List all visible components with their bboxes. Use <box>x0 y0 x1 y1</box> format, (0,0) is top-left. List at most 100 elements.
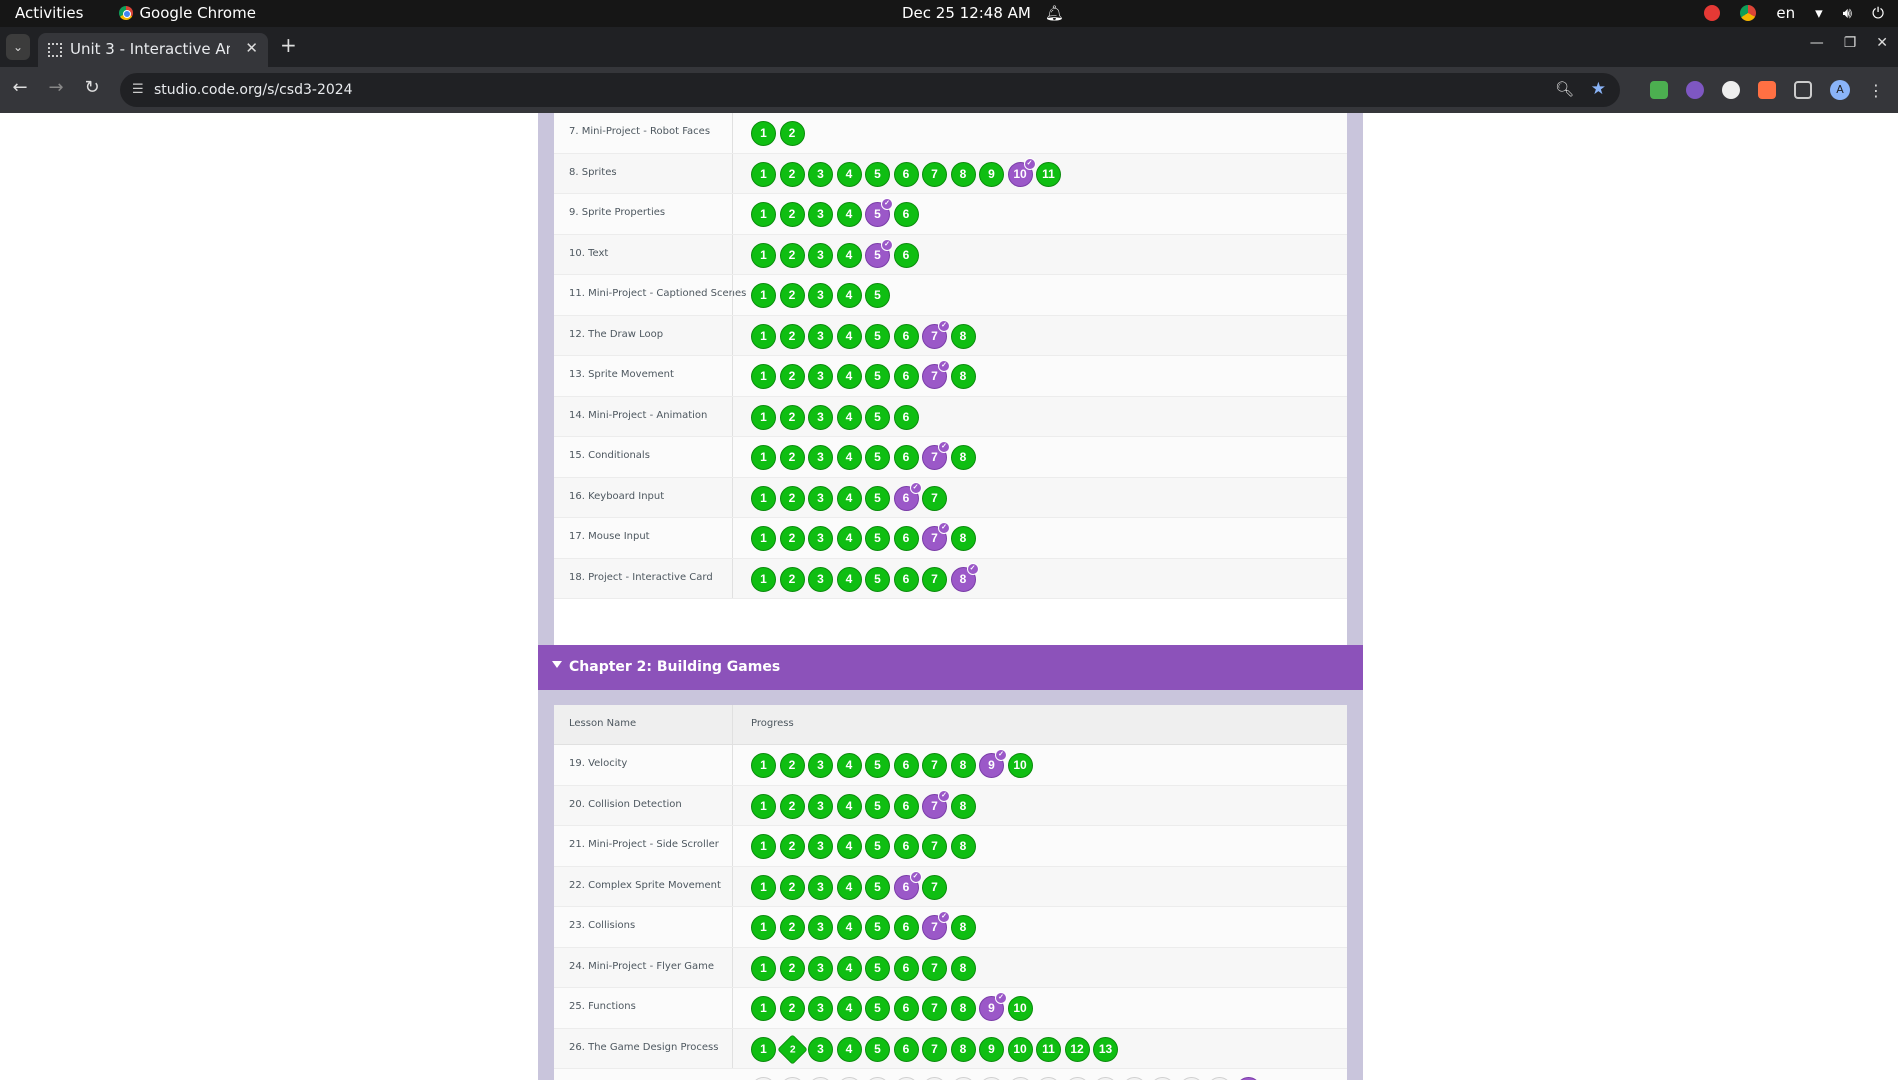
level-bubble[interactable]: 3 <box>808 753 833 778</box>
lesson-name-link[interactable]: 24. Mini-Project - Flyer Game <box>569 961 714 972</box>
level-bubble[interactable]: 10 <box>1007 753 1033 778</box>
level-bubble[interactable]: 4 <box>836 445 862 470</box>
level-bubble[interactable]: 4 <box>836 915 862 940</box>
level-bubble[interactable]: 3 <box>808 1036 833 1062</box>
level-bubble[interactable]: 6 <box>893 202 919 227</box>
reload-icon[interactable]: ↻ <box>82 77 102 98</box>
level-bubble[interactable]: 2 <box>779 915 805 940</box>
level-bubble[interactable]: 4 <box>836 283 862 308</box>
level-bubble[interactable]: 1 <box>751 161 776 187</box>
level-bubble[interactable]: 4 <box>836 202 862 227</box>
level-bubble[interactable]: 11 <box>1036 161 1061 187</box>
level-bubble[interactable]: 3 <box>808 915 833 940</box>
lesson-name-link[interactable]: 17. Mouse Input <box>569 531 650 542</box>
level-bubble[interactable]: 5 <box>865 1036 890 1062</box>
level-bubble[interactable]: 6 <box>893 793 919 819</box>
lesson-name-link[interactable]: 8. Sprites <box>569 167 617 178</box>
minimize-icon[interactable]: — <box>1810 35 1824 51</box>
assessment-level-bubble[interactable]: 8 ✓ <box>950 562 979 592</box>
level-bubble[interactable]: 1 <box>751 753 776 778</box>
volume-icon[interactable]: 🔊︎ <box>1843 4 1852 22</box>
level-bubble[interactable]: 4 <box>836 874 862 900</box>
wifi-icon[interactable]: ▾ <box>1815 4 1823 22</box>
level-bubble[interactable]: 1 <box>751 526 776 551</box>
level-bubble[interactable]: 5 <box>865 955 890 981</box>
level-bubble[interactable]: 5 <box>865 485 890 511</box>
level-bubble[interactable]: 8 <box>950 364 976 389</box>
level-bubble[interactable]: 3 <box>808 404 833 430</box>
assessment-level-bubble[interactable]: 7 ✓ <box>922 360 950 389</box>
level-bubble[interactable]: 4 <box>836 526 862 551</box>
level-bubble[interactable]: 4 <box>836 242 862 268</box>
level-bubble[interactable]: 9 <box>979 1036 1004 1062</box>
level-bubble[interactable]: 3 <box>808 202 833 227</box>
level-bubble[interactable]: 10 <box>1007 1036 1033 1062</box>
extension-face-icon[interactable] <box>1722 81 1740 99</box>
level-bubble[interactable]: 3 <box>808 242 833 268</box>
level-bubble[interactable]: 10 <box>1007 996 1033 1021</box>
level-bubble[interactable]: 5 <box>865 364 890 389</box>
level-bubble[interactable]: 6 <box>893 445 919 470</box>
level-bubble[interactable]: 1 <box>751 242 776 268</box>
level-bubble[interactable]: 6 <box>893 526 919 551</box>
level-bubble[interactable]: 5 <box>865 793 890 819</box>
level-bubble[interactable]: 6 <box>893 996 919 1021</box>
url-text[interactable]: studio.code.org/s/csd3-2024 <box>154 82 353 98</box>
level-bubble[interactable]: 2 <box>779 364 805 389</box>
chrome-tray-icon[interactable] <box>1740 5 1757 21</box>
level-bubble[interactable]: 3 <box>808 526 833 551</box>
lesson-name-link[interactable]: 23. Collisions <box>569 920 635 931</box>
level-bubble[interactable]: 4 <box>836 485 862 511</box>
level-bubble[interactable]: 7 <box>922 161 947 187</box>
tab-search-button[interactable]: ⌄ <box>6 34 30 60</box>
tab-close-icon[interactable]: ✕ <box>245 39 258 57</box>
level-bubble[interactable]: 2 <box>779 834 805 859</box>
back-icon[interactable]: ← <box>10 77 30 98</box>
level-bubble[interactable]: 8 <box>950 1036 976 1062</box>
level-bubble[interactable]: 4 <box>836 793 862 819</box>
level-bubble[interactable]: 4 <box>836 996 862 1021</box>
level-bubble[interactable]: 4 <box>836 323 862 349</box>
level-bubble[interactable]: 2 <box>779 566 805 592</box>
lesson-name-link[interactable]: 14. Mini-Project - Animation <box>569 410 707 421</box>
assessment-level-bubble[interactable]: 10 ✓ <box>1007 157 1036 187</box>
level-bubble[interactable]: 8 <box>950 915 976 940</box>
level-bubble[interactable]: 6 <box>893 404 919 430</box>
level-bubble[interactable]: 4 <box>836 834 862 859</box>
restore-icon[interactable]: ❐ <box>1844 35 1857 51</box>
level-bubble[interactable]: 8 <box>950 526 976 551</box>
lesson-name-link[interactable]: 16. Keyboard Input <box>569 491 664 502</box>
record-indicator-icon[interactable] <box>1704 5 1721 21</box>
extension-cloud-icon[interactable] <box>1686 81 1704 99</box>
level-bubble[interactable]: 7 <box>922 1036 947 1062</box>
level-bubble[interactable]: 1 <box>751 121 776 146</box>
lesson-name-link[interactable]: 18. Project - Interactive Card <box>569 572 713 583</box>
lesson-name-link[interactable]: 19. Velocity <box>569 758 627 769</box>
level-bubble[interactable]: 6 <box>893 161 919 187</box>
level-bubble[interactable]: 11 <box>1036 1036 1061 1062</box>
level-bubble[interactable]: 8 <box>950 793 976 819</box>
level-bubble[interactable]: 8 <box>950 955 976 981</box>
level-bubble[interactable]: 5 <box>865 323 890 349</box>
keyboard-language[interactable]: en <box>1776 4 1795 22</box>
assessment-level-bubble[interactable]: 7 ✓ <box>922 522 950 551</box>
assessment-level-bubble[interactable]: 7 ✓ <box>922 789 950 819</box>
assessment-level-bubble[interactable]: 5 ✓ <box>865 198 893 227</box>
profile-avatar[interactable]: A <box>1830 80 1850 100</box>
address-bar[interactable]: ☰ studio.code.org/s/csd3-2024 🔍︎ ★ <box>120 73 1620 107</box>
level-bubble[interactable]: 5 <box>865 996 890 1021</box>
level-bubble[interactable]: 1 <box>751 364 776 389</box>
level-bubble[interactable]: 1 <box>751 404 776 430</box>
level-bubble[interactable]: 2 <box>779 404 805 430</box>
level-bubble[interactable]: 8 <box>950 161 976 187</box>
level-bubble[interactable]: 2 <box>779 121 805 146</box>
level-bubble[interactable]: 6 <box>893 242 919 268</box>
level-bubble[interactable]: 2 <box>779 753 805 778</box>
level-bubble[interactable]: 2 <box>779 242 805 268</box>
level-bubble[interactable]: 1 <box>751 874 776 900</box>
level-bubble[interactable]: 1 <box>751 202 776 227</box>
new-tab-button[interactable]: + <box>280 33 297 57</box>
level-bubble[interactable]: 6 <box>893 834 919 859</box>
level-bubble[interactable]: 5 <box>865 526 890 551</box>
lesson-name-link[interactable]: 13. Sprite Movement <box>569 369 674 380</box>
